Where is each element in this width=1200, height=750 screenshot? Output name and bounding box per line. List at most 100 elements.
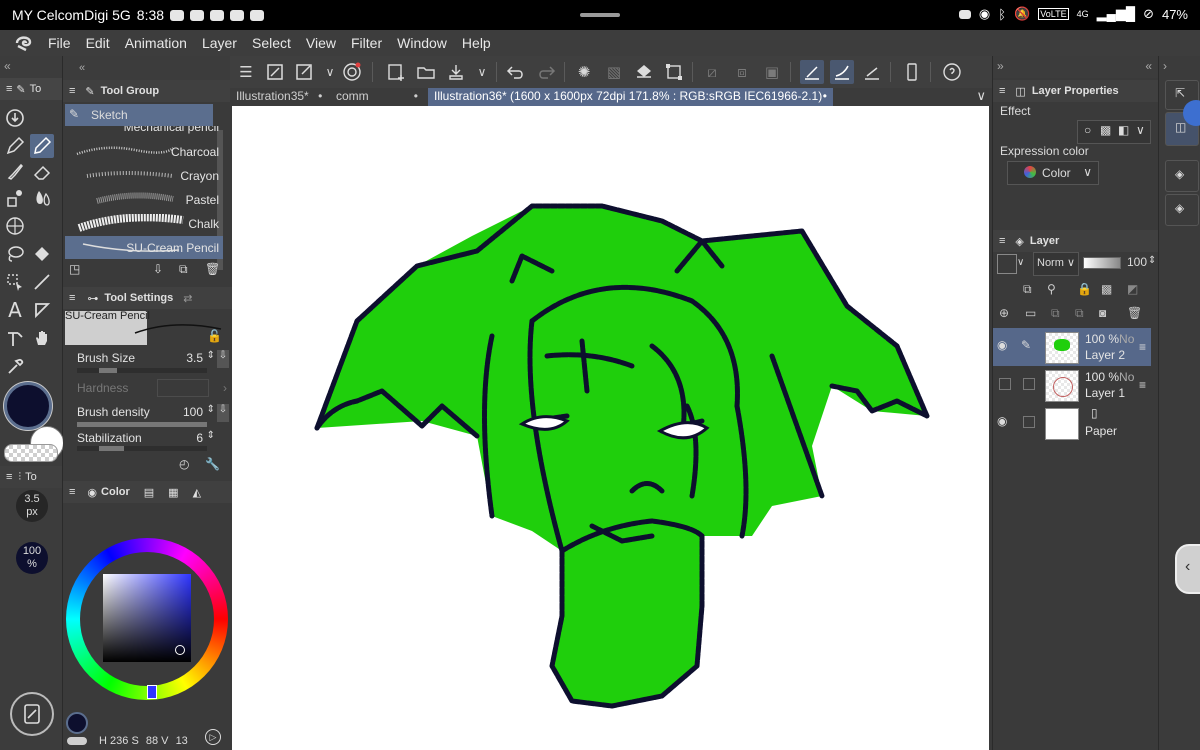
edit-checkbox[interactable] [1023,378,1035,390]
companion-mode-icon[interactable] [340,60,364,84]
setting-brush-density[interactable]: Brush density 100 ⇕ ⇩ [77,404,229,427]
brush-item[interactable]: Pastel [65,188,223,211]
slider-track[interactable] [77,446,207,451]
menu-view[interactable]: View [306,35,336,51]
brush-tool-icon[interactable] [3,160,27,184]
setting-hardness[interactable]: Hardness › [77,379,227,403]
reset-icon[interactable]: ◴ [179,457,189,471]
lasso-tool-icon[interactable] [3,242,27,266]
stepper-icon[interactable]: ⇕ [207,350,215,361]
wrench-icon[interactable]: 🔧 [205,457,220,471]
open-folder-icon[interactable] [414,60,438,84]
layer-row-layer1[interactable]: 100 %No Layer 1 ≡ [993,366,1151,404]
close-dot-icon[interactable]: • [318,89,322,103]
reference-layer-icon[interactable]: ⚲ [1047,282,1056,296]
expression-color-select[interactable]: Color ∨ [1007,161,1099,185]
chevron-down-icon[interactable]: ∨ [1017,257,1024,268]
clip-icon[interactable]: ⧉ [1023,282,1032,297]
border-effect-icon[interactable]: ○ [1084,123,1091,137]
balloon-tool-icon[interactable] [30,298,54,322]
merge-down-icon[interactable]: ⧉ [1075,306,1084,321]
auto-select-tool-icon[interactable] [3,270,27,294]
save-icon[interactable] [444,60,468,84]
line-tool-icon[interactable] [30,270,54,294]
tool-tab-label[interactable]: To [30,83,42,95]
menu-icon[interactable]: ≡ [69,85,75,97]
color-title[interactable]: Color [101,486,130,498]
menu-filter[interactable]: Filter [351,35,382,51]
menu-icon[interactable]: ≡ [999,235,1005,247]
snap-ruler-icon[interactable] [800,60,824,84]
opacity-slider[interactable] [1083,257,1121,269]
fill-tool-icon[interactable] [30,242,54,266]
help-icon[interactable] [940,60,964,84]
pencil-tool-icon[interactable] [30,134,54,158]
snap-special-ruler-icon[interactable] [830,60,854,84]
color-wheel-tab-icon[interactable]: ◉ [87,486,97,499]
menu-select[interactable]: Select [252,35,291,51]
close-dot-icon[interactable]: • [823,89,827,103]
menu-icon[interactable]: ≡ [69,292,75,304]
smartphone-icon[interactable] [900,60,924,84]
menu-layer[interactable]: Layer [202,35,237,51]
tool-property-icon[interactable]: ⫶ [18,471,21,484]
collapse-icon[interactable]: « [4,59,11,73]
delete-sub-tool-icon[interactable]: 🗑 [205,262,220,276]
mini-transparent[interactable] [67,737,87,745]
edit-pencil-icon[interactable]: ✎ [1021,338,1031,352]
menu-icon[interactable]: ≡ [6,83,12,95]
sub-tool-settings-icon[interactable]: ◳ [69,262,80,276]
new-canvas-icon[interactable] [384,60,408,84]
mask-icon[interactable]: ◩ [1127,282,1138,296]
intermediate-color-tab-icon[interactable]: ◭ [193,486,201,499]
stepper-icon[interactable]: ⇕ [1148,255,1156,266]
tab-illustration35[interactable]: Illustration35* • [230,88,330,106]
operation-tool-icon[interactable] [3,106,27,130]
tab-list-chevron-icon[interactable]: ∨ [976,88,986,104]
brush-item[interactable]: Mechanical pencil [65,126,223,136]
quick-access-rotate-icon[interactable] [10,692,54,736]
sub-tool-group-sketch[interactable]: ✎ Sketch [65,104,213,126]
hand-tool-icon[interactable] [30,326,54,350]
layer-color-icon[interactable]: ◧ [1118,123,1129,137]
chevron-down-icon[interactable]: ∨ [1136,123,1145,137]
lock-icon[interactable]: 🔓 [207,329,222,343]
clear-icon[interactable]: ▧ [602,60,626,84]
figure-tool-icon[interactable] [3,214,27,238]
play-icon[interactable]: ▷ [205,729,221,745]
setting-stabilization[interactable]: Stabilization 6 ⇕ [77,430,227,453]
redo-icon[interactable] [534,60,558,84]
main-color-swatch[interactable] [4,382,52,430]
mini-main-color[interactable] [66,712,88,734]
brush-size-indicator[interactable]: 3.5 px [16,490,48,522]
layer-mask-icon[interactable]: ◙ [1099,306,1106,320]
new-layer-icon[interactable]: ⊕ [999,306,1009,320]
eraser-tool-icon[interactable] [30,160,54,184]
pressure-icon[interactable]: ⇩ [217,350,229,368]
import-sub-tool-icon[interactable]: ⇩ [153,262,163,276]
brush-item[interactable]: Charcoal [65,140,223,163]
chevron-down-icon[interactable]: ∨ [318,60,342,84]
slider-track[interactable] [77,422,207,427]
menu-icon[interactable]: ≡ [999,85,1005,97]
chevron-down-icon[interactable]: ∨ [1083,165,1092,179]
share-icon[interactable] [292,60,316,84]
undo-icon[interactable] [504,60,528,84]
tab-comm[interactable]: comm • [330,88,426,106]
brush-item[interactable]: Chalk [65,212,223,235]
effect-buttons[interactable]: ○ ▩ ◧ ∨ [1077,120,1151,144]
decoration-tool-icon[interactable] [3,186,27,210]
setting-value[interactable]: 6 [196,431,203,445]
text-tool-icon[interactable]: A [3,298,27,322]
menu-help[interactable]: Help [462,35,491,51]
delete-layer-icon[interactable]: 🗑 [1127,306,1142,320]
collapse-icon[interactable]: › [1163,59,1167,73]
drawing-canvas[interactable] [232,106,989,750]
side-drawer-handle[interactable]: ‹ [1175,544,1200,594]
color-picker-handle[interactable] [175,645,185,655]
visibility-eye-icon[interactable]: ◉ [997,338,1007,352]
opacity-value[interactable]: 100 [1127,255,1147,269]
layers-tab-icon[interactable]: ◈ [1165,194,1199,226]
blend-tool-icon[interactable] [30,186,54,210]
lock-transparency-icon[interactable]: ▩ [1101,282,1112,296]
